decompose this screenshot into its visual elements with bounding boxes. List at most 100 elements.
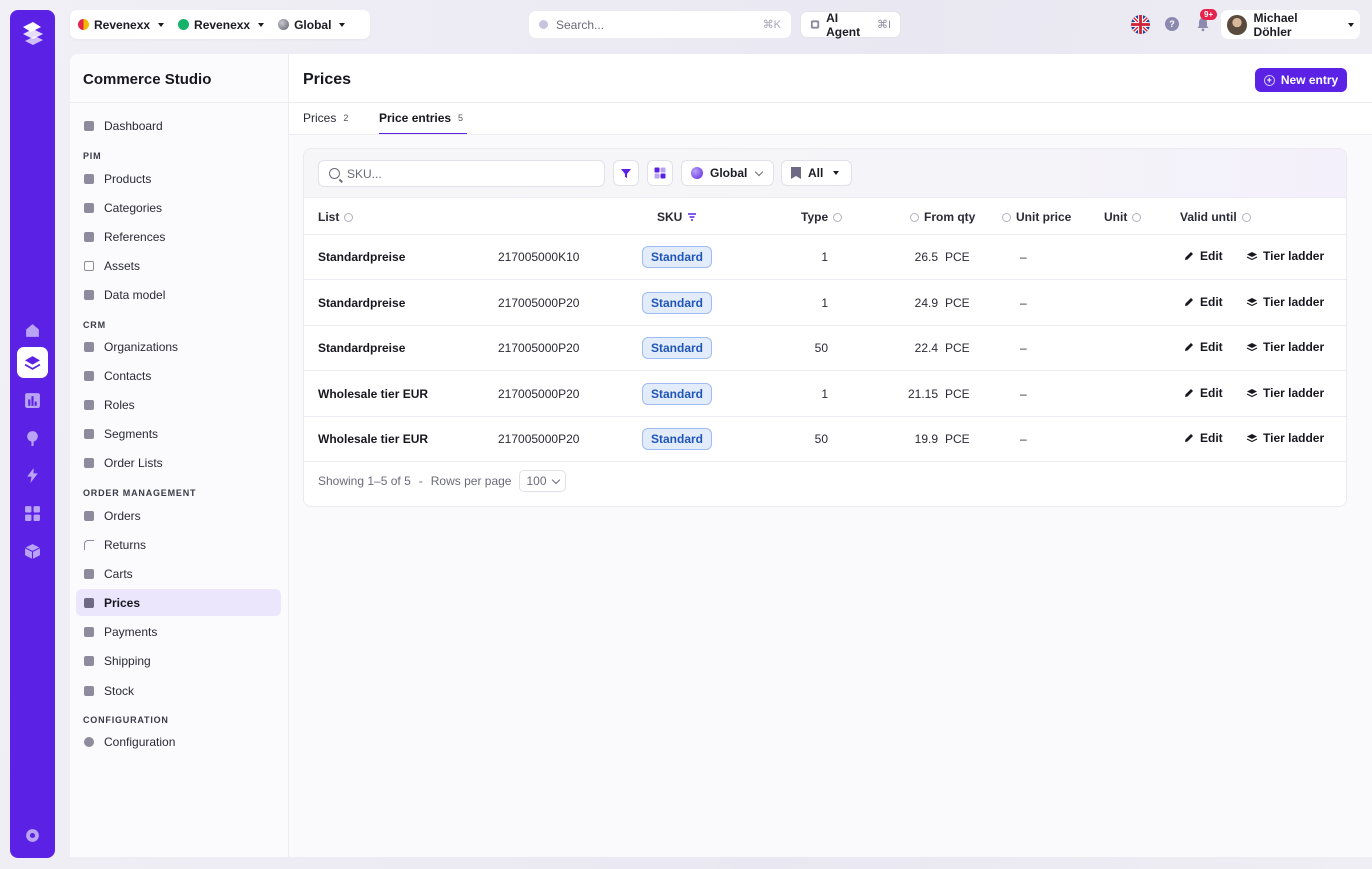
sidebar-item-assets[interactable]: Assets [76,252,281,279]
app-logo-icon[interactable] [19,19,47,47]
pencil-icon [1185,297,1193,306]
home-icon[interactable] [17,315,48,346]
uk-flag-icon[interactable] [1131,15,1150,34]
sidebar-item-label: Assets [104,258,141,273]
credit-card-icon [84,626,94,637]
tab-prices[interactable]: Prices 2 [303,111,348,135]
divider [289,102,1372,103]
cell-from-qty: 50 [814,432,828,446]
table-row[interactable]: Standardpreise 217005000K10 Standard 1 26.5 P… [304,235,1346,280]
column-header-list[interactable]: List [318,210,354,224]
sidebar-item-roles[interactable]: Roles [76,391,281,418]
sidebar-item-contacts[interactable]: Contacts [76,362,281,389]
column-header-from-qty[interactable]: From qty [910,210,975,224]
user-menu[interactable]: Michael Döhler [1221,10,1360,39]
sidebar-item-label: Order Lists [104,455,163,470]
apps-grid-icon [654,167,666,179]
sidebar-item-references[interactable]: References [76,223,281,250]
help-icon[interactable]: ? [1165,17,1179,31]
cell-unit-price: 22.4 [914,341,938,355]
sidebar-item-shipping[interactable]: Shipping [76,647,281,674]
commerce-layers-icon[interactable] [17,347,48,378]
column-header-label: Valid until [1180,210,1237,224]
ai-agent-button[interactable]: AI Agent ⌘I [800,11,901,39]
new-entry-label: New entry [1280,73,1339,87]
list-filter-dropdown[interactable]: All [781,160,852,186]
sidebar-item-organizations[interactable]: Organizations [76,333,281,360]
sidebar-item-order-lists[interactable]: Order Lists [76,449,281,476]
price-entries-table-card: SKU... Global All List SKU Type From qty… [303,148,1347,507]
location-pin-icon[interactable] [17,423,48,454]
sidebar-item-stock[interactable]: Stock [76,677,281,704]
global-search-input[interactable]: Search... ⌘K [529,11,791,38]
tier-ladder-button[interactable]: Tier ladder [1246,249,1324,263]
sidebar-item-categories[interactable]: Categories [76,194,281,221]
sidebar-item-products[interactable]: Products [76,165,281,192]
sidebar-item-data-model[interactable]: Data model [76,281,281,308]
column-header-type[interactable]: Type [801,210,843,224]
column-header-sku[interactable]: SKU [657,210,697,224]
search-icon [329,168,340,179]
tier-ladder-button[interactable]: Tier ladder [1246,386,1324,400]
sidebar-item-label: Carts [104,566,133,581]
table-row[interactable]: Wholesale tier EUR 217005000P20 Standard 50… [304,417,1346,462]
table-row[interactable]: Standardpreise 217005000P20 Standard 50 22.4… [304,326,1346,371]
cell-valid-until: – [1020,432,1027,446]
tier-ladder-label: Tier ladder [1263,431,1325,445]
new-entry-button[interactable]: + New entry [1255,68,1347,92]
rows-per-page-select[interactable]: 100 [519,470,566,492]
lightning-icon[interactable] [17,460,48,491]
edit-button[interactable]: Edit [1183,295,1223,309]
tab-price-entries[interactable]: Price entries 5 [379,111,468,135]
sidebar-item-returns[interactable]: Returns [76,531,281,558]
edit-button[interactable]: Edit [1183,431,1223,445]
workspace-selector[interactable]: Revenexx [178,18,265,32]
search-placeholder: Search... [556,17,605,32]
settings-gear-icon[interactable] [17,820,48,851]
table-header: List SKU Type From qty Unit price Unit V… [304,197,1346,235]
column-header-valid-until[interactable]: Valid until [1180,210,1251,224]
avatar [1227,14,1247,35]
sort-icon [1132,212,1142,222]
sidebar-item-orders[interactable]: Orders [76,502,281,529]
sidebar-item-carts[interactable]: Carts [76,560,281,587]
workspace-panel: Commerce Studio Dashboard PIM Products C… [70,54,1372,857]
analytics-icon[interactable] [17,385,48,416]
cell-unit-price: 21.15 [907,386,938,401]
sidebar-item-prices[interactable]: Prices [76,589,281,616]
cube-icon[interactable] [17,536,48,567]
sort-icon [1002,212,1011,222]
apps-grid-icon[interactable] [17,498,48,529]
table-row[interactable]: Wholesale tier EUR 217005000P20 Standard 1 2… [304,372,1346,417]
tenant-selector[interactable]: Revenexx [78,18,165,32]
tier-ladder-button[interactable]: Tier ladder [1246,431,1324,445]
tier-ladder-button[interactable]: Tier ladder [1246,295,1324,309]
tier-ladder-button[interactable]: Tier ladder [1246,340,1324,354]
column-header-unit[interactable]: Unit [1104,210,1142,224]
main-content: Prices + New entry Prices 2 Price entrie… [289,54,1372,857]
sidebar-item-label: Shipping [104,653,151,668]
edit-button[interactable]: Edit [1183,249,1223,263]
column-layout-button[interactable] [647,160,673,186]
sidebar-item-segments[interactable]: Segments [76,420,281,447]
sidebar-item-label: Configuration [104,734,176,749]
sidebar-item-payments[interactable]: Payments [76,618,281,645]
sku-search-input[interactable]: SKU... [318,160,605,187]
edit-button[interactable]: Edit [1183,340,1223,354]
section-heading-configuration: CONFIGURATION [83,715,169,725]
sidebar-item-dashboard[interactable]: Dashboard [76,112,281,139]
column-header-unit-price[interactable]: Unit price [1002,210,1071,224]
filter-button[interactable] [613,160,639,186]
edit-button[interactable]: Edit [1183,386,1223,400]
tier-ladder-label: Tier ladder [1263,249,1325,263]
scope-filter-dropdown[interactable]: Global [681,160,774,186]
cell-sku: 217005000P20 [498,432,580,446]
cell-list: Standardpreise [318,341,406,355]
table-row[interactable]: Standardpreise 217005000P20 Standard 1 24.9 P… [304,281,1346,326]
sidebar-item-configuration[interactable]: Configuration [76,728,281,755]
type-badge: Standard [642,337,713,359]
cell-sku: 217005000K10 [498,250,580,264]
scope-selector[interactable]: Global [278,18,346,32]
sidebar-item-label: Organizations [104,339,179,354]
dashboard-icon [84,120,94,131]
